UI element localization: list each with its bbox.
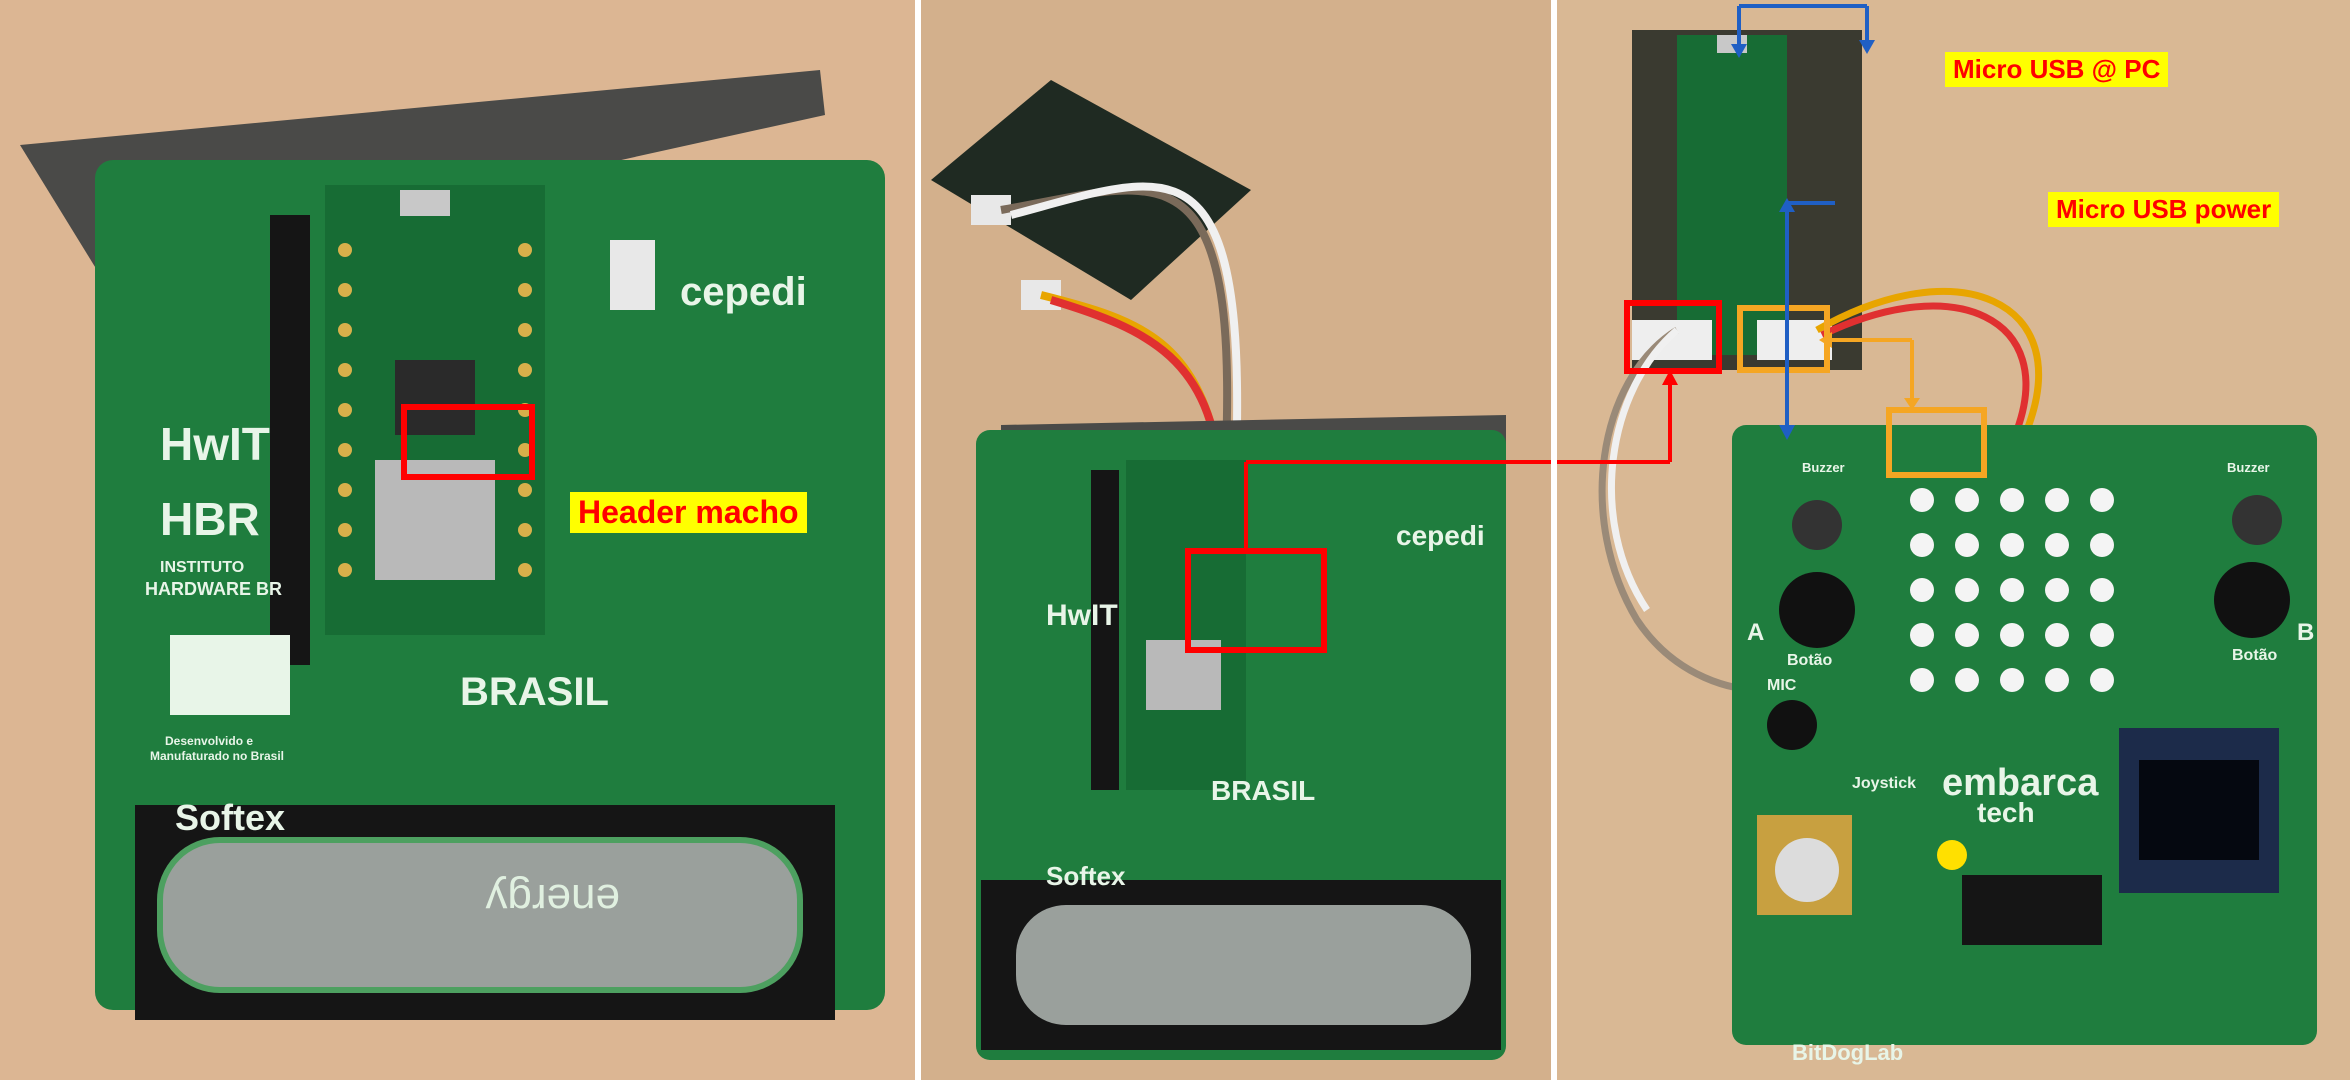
connector (610, 240, 655, 310)
silk-brasil: BRASIL (460, 670, 609, 714)
expansion-connector (1962, 875, 2102, 945)
micro-usb-power-label: Micro USB power (2048, 192, 2280, 227)
silk-softex: Softex (1046, 861, 1126, 891)
silk-bitdoglab: BitDogLab (1792, 1040, 1903, 1065)
silk-hbr: HBR (160, 493, 260, 545)
battery (1016, 905, 1471, 1025)
silk-joystick: Joystick (1852, 775, 1916, 792)
silk-buzzer-right: Buzzer (2227, 460, 2270, 475)
photo-panel-2: HwIT Softex cepedi BRASIL (921, 0, 1551, 1080)
brazil-flag-logo (170, 635, 290, 715)
silk-botao-b: Botão (2232, 647, 2278, 664)
board-photo-1: HwIT HBR INSTITUTO HARDWARE BR Desenvolv… (0, 0, 915, 1080)
silk-hwit: HwIT (1046, 599, 1118, 632)
silk-hwit: HwIT (160, 418, 270, 470)
micro-usb-pc-label: Micro USB @ PC (1945, 52, 2169, 87)
silk-softex: Softex (175, 797, 285, 838)
photo-collage: HwIT HBR INSTITUTO HARDWARE BR Desenvolv… (0, 0, 2350, 1080)
microphone (1767, 700, 1817, 750)
silk-tech: tech (1977, 797, 2035, 828)
header-macho-label: Header macho (570, 492, 807, 533)
silk-hardware-br: HARDWARE BR (145, 579, 282, 599)
silk-botao-a: Botão (1787, 652, 1833, 669)
battery-brand: energy (485, 875, 620, 924)
silk-cepedi: cepedi (1396, 520, 1485, 551)
button-a (1779, 572, 1855, 648)
usb-port (400, 190, 450, 216)
silk-brasil: BRASIL (1211, 775, 1315, 806)
buzzer-left (1792, 500, 1842, 550)
silk-cepedi: cepedi (680, 270, 807, 314)
silk-buzzer-left: Buzzer (1802, 460, 1845, 475)
board-photo-3: embarca tech Joystick Botão Botão MIC A … (1557, 0, 2350, 1080)
silk-brazil-text-2: Manufaturado no Brasil (150, 749, 284, 763)
silk-instituto: INSTITUTO (160, 559, 244, 576)
photo-panel-1: HwIT HBR INSTITUTO HARDWARE BR Desenvolv… (0, 0, 915, 1080)
button-b (2214, 562, 2290, 638)
buzzer-right (2232, 495, 2282, 545)
battery (160, 840, 800, 990)
silk-a: A (1747, 619, 1764, 646)
board-photo-2: HwIT Softex cepedi BRASIL (921, 0, 1551, 1080)
silk-brazil-text-1: Desenvolvido e (165, 734, 253, 748)
silk-b: B (2297, 619, 2314, 646)
silk-mic: MIC (1767, 677, 1797, 694)
photo-panel-3: embarca tech Joystick Botão Botão MIC A … (1557, 0, 2350, 1080)
